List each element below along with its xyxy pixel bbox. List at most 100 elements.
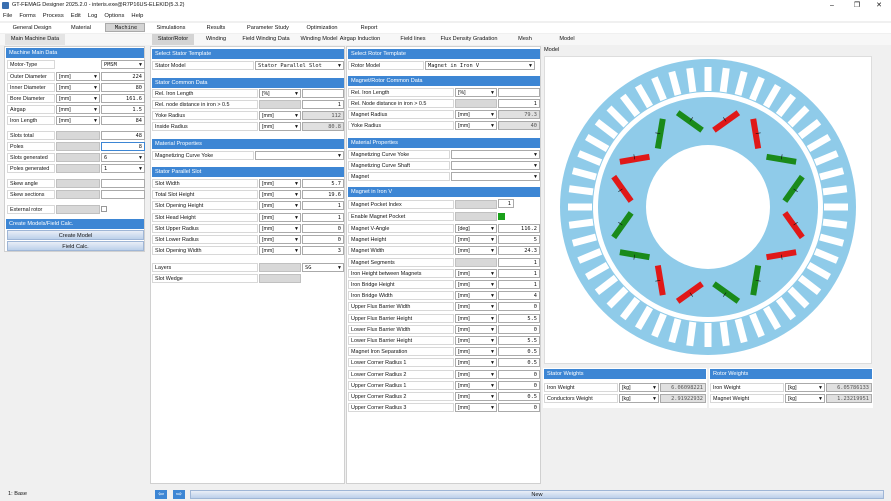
upper-corner-radius-1-input[interactable]: 0	[498, 380, 540, 390]
stator-inside-radius-input[interactable]: 80.8	[302, 122, 344, 131]
create-model-button[interactable]: Create Model	[7, 230, 144, 240]
tab-field-winding-data[interactable]: Field Winding Data	[238, 34, 294, 45]
lower-corner-radius-1-unit[interactable]: [mm] ▼	[455, 358, 497, 368]
bore-diameter-input[interactable]: 161.6	[101, 94, 145, 103]
upper-corner-radius-1-unit[interactable]: [mm] ▼	[455, 380, 497, 390]
slot-head-height-unit[interactable]: [mm] ▼	[259, 212, 301, 222]
iron-length-input[interactable]: 84	[101, 116, 145, 125]
close-icon[interactable]: ✕	[873, 1, 885, 10]
inner-diameter-input[interactable]: 80	[101, 83, 145, 92]
rotor-iron-weight-unit[interactable]: [kg] ▼	[785, 383, 825, 392]
stator-rel-iron-length-input[interactable]	[302, 89, 344, 98]
tab-results[interactable]: Results	[197, 23, 235, 33]
skew-angle-input[interactable]	[101, 179, 145, 188]
rotor-mag-curve-yoke-select[interactable]: ▼	[451, 150, 540, 159]
tab-field-lines[interactable]: Field lines	[394, 34, 432, 45]
magnet-width-input[interactable]: 24.3	[498, 246, 540, 256]
airgap-input[interactable]: 1.5	[101, 105, 145, 114]
poles-input[interactable]: 8	[101, 142, 145, 151]
menu-forms[interactable]: Forms	[16, 11, 39, 19]
tab-main-machine-data[interactable]: Main Machine Data	[5, 34, 65, 45]
tab-machine[interactable]: Machine	[105, 23, 145, 32]
enable-pocket-checkbox[interactable]	[498, 213, 505, 220]
airgap-unit[interactable]: [mm] ▼	[56, 105, 100, 114]
arrow-right-icon[interactable]: ⇨	[173, 490, 185, 499]
magnet-height-unit[interactable]: [mm] ▼	[455, 235, 497, 245]
tab-parameter-study[interactable]: Parameter Study	[238, 23, 298, 33]
tab-flux-density-gradation[interactable]: Flux Density Gradation	[436, 34, 502, 45]
lower-flux-barrier-height-input[interactable]: 5.5	[498, 336, 540, 345]
magnet-weight-unit[interactable]: [kg] ▼	[785, 394, 825, 403]
rotor-rel-iron-length-unit[interactable]: [%] ▼	[455, 88, 497, 97]
slot-opening-width-input[interactable]: 3	[302, 246, 344, 256]
slot-head-height-input[interactable]: 1	[302, 212, 344, 222]
upper-corner-radius-3-unit[interactable]: [mm] ▼	[455, 403, 497, 413]
model-canvas[interactable]	[544, 56, 872, 364]
stator-rel-iron-length-unit[interactable]: [%] ▼	[259, 89, 301, 98]
stator-yoke-radius-input[interactable]: 112	[302, 111, 344, 120]
outer-diameter-unit[interactable]: [mm] ▼	[56, 72, 100, 81]
rotor-rel-node-input[interactable]: 1	[498, 99, 540, 108]
minimize-icon[interactable]: –	[826, 1, 838, 10]
outer-diameter-input[interactable]: 224	[101, 72, 145, 81]
slot-width-input[interactable]: 5.7	[302, 179, 344, 188]
total-slot-height-input[interactable]: 19.6	[302, 190, 344, 200]
stator-yoke-radius-unit[interactable]: [mm] ▼	[259, 111, 301, 120]
tab-simulations[interactable]: Simulations	[146, 23, 196, 33]
stator-mag-curve-yoke-select[interactable]: ▼	[255, 151, 344, 160]
slot-upper-radius-unit[interactable]: [mm] ▼	[259, 223, 301, 233]
upper-corner-radius-2-input[interactable]: 0.5	[498, 392, 540, 401]
slot-opening-height-input[interactable]: 1	[302, 201, 344, 211]
tab-airgap-induction[interactable]: Airgap Induction	[330, 34, 390, 45]
lower-flux-barrier-height-unit[interactable]: [mm] ▼	[455, 336, 497, 345]
iron-length-unit[interactable]: [mm] ▼	[56, 116, 100, 125]
maximize-icon[interactable]: ❐	[851, 1, 863, 10]
skew-sections-input[interactable]	[101, 190, 145, 199]
iron-bridge-height-input[interactable]: 1	[498, 280, 540, 289]
tab-model[interactable]: Model	[552, 34, 582, 45]
slot-opening-width-unit[interactable]: [mm] ▼	[259, 246, 301, 256]
inner-diameter-unit[interactable]: [mm] ▼	[56, 83, 100, 92]
iron-bridge-width-input[interactable]: 4	[498, 291, 540, 301]
tab-optimization[interactable]: Optimization	[298, 23, 346, 33]
slot-lower-radius-unit[interactable]: [mm] ▼	[259, 235, 301, 244]
slot-lower-radius-input[interactable]: 0	[302, 235, 344, 244]
tab-report[interactable]: Report	[348, 23, 390, 33]
mag-curve-shaft-select[interactable]: ▼	[451, 161, 540, 170]
arrow-left-icon[interactable]: ⇦	[155, 490, 167, 499]
magnet-radius-input[interactable]: 79.3	[498, 110, 540, 119]
poles-generated-select[interactable]: 1 ▼	[101, 164, 145, 173]
menu-edit[interactable]: Edit	[68, 11, 85, 19]
tab-mesh[interactable]: Mesh	[510, 34, 540, 45]
stator-iron-weight-unit[interactable]: [kg] ▼	[619, 383, 659, 392]
upper-corner-radius-3-input[interactable]: 0	[498, 403, 540, 413]
upper-flux-barrier-height-unit[interactable]: [mm] ▼	[455, 313, 497, 323]
lower-flux-barrier-width-input[interactable]: 0	[498, 324, 540, 334]
stator-rel-node-input[interactable]: 1	[302, 100, 344, 109]
tab-material[interactable]: Material	[58, 23, 104, 33]
tab-winding[interactable]: Winding	[197, 34, 235, 45]
motor-type-select[interactable]: PMSM ▼	[101, 60, 145, 69]
menu-help[interactable]: Help	[128, 11, 147, 19]
field-calc-button[interactable]: Field Calc.	[7, 241, 144, 251]
stator-model-select[interactable]: Stator Parallel Slot ▼	[255, 61, 344, 70]
magnet-width-unit[interactable]: [mm] ▼	[455, 246, 497, 256]
layers-select[interactable]: SG ▼	[302, 263, 344, 272]
lower-corner-radius-2-input[interactable]: 0	[498, 369, 540, 379]
slot-width-unit[interactable]: [mm] ▼	[259, 179, 301, 188]
new-button[interactable]: New	[190, 490, 884, 499]
stator-inside-radius-unit[interactable]: [mm] ▼	[259, 122, 301, 131]
lower-corner-radius-1-input[interactable]: 0.5	[498, 358, 540, 368]
upper-flux-barrier-width-unit[interactable]: [mm] ▼	[455, 302, 497, 312]
rotor-model-select[interactable]: Magnet in Iron V ▼	[425, 61, 535, 70]
external-rotor-checkbox[interactable]	[101, 206, 107, 212]
rotor-yoke-radius-input[interactable]: 40	[498, 121, 540, 130]
magnet-radius-unit[interactable]: [mm] ▼	[455, 110, 497, 119]
magnet-iron-separation-unit[interactable]: [mm] ▼	[455, 347, 497, 357]
slot-upper-radius-input[interactable]: 0	[302, 223, 344, 233]
lower-corner-radius-2-unit[interactable]: [mm] ▼	[455, 369, 497, 379]
pocket-index-spinbox[interactable]: 1	[498, 199, 514, 208]
menu-log[interactable]: Log	[85, 11, 102, 19]
magnet-v-angle-input[interactable]: 116.2	[498, 224, 540, 233]
slots-total-input[interactable]: 48	[101, 131, 145, 140]
